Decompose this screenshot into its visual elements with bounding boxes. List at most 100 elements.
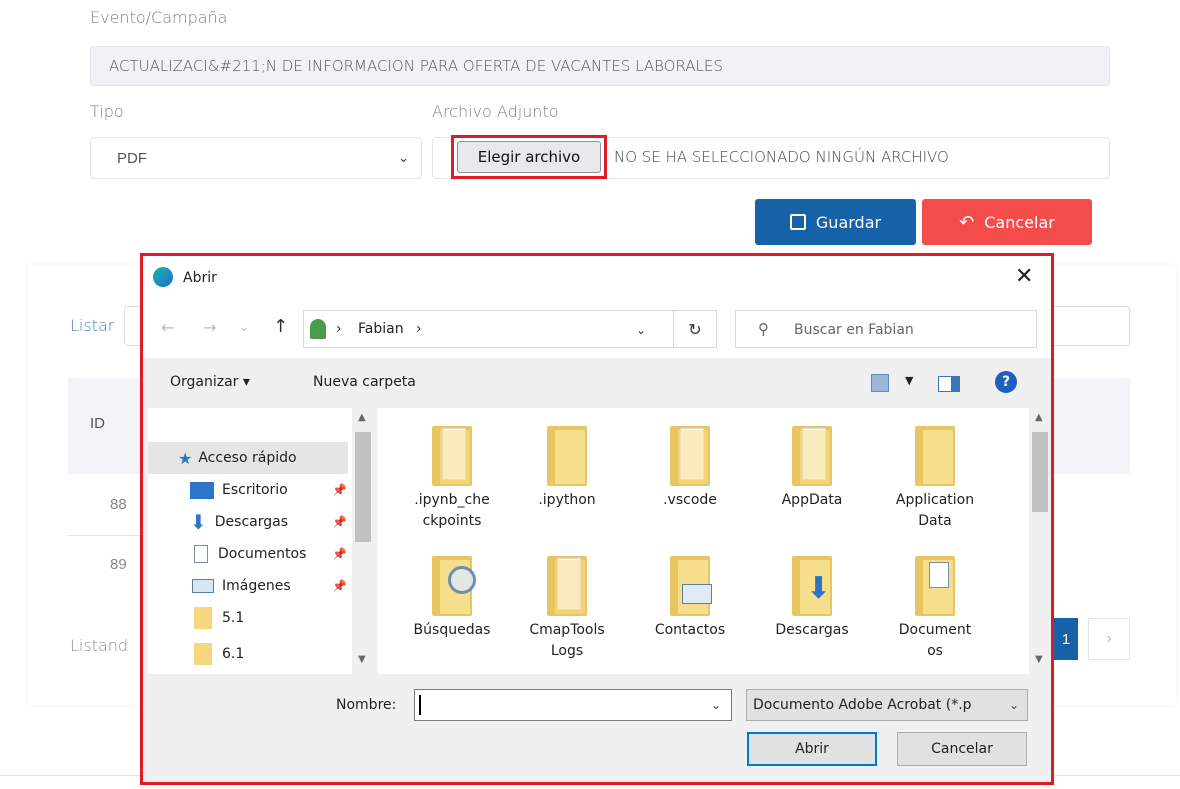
scroll-up-icon[interactable]: ▲: [358, 412, 366, 423]
table-header-right: [1050, 378, 1130, 474]
floppy-icon: [789, 214, 806, 230]
file-item[interactable]: Application Data: [880, 426, 990, 532]
nav-item-quick-access[interactable]: ★ Acceso rápido: [148, 442, 374, 474]
view-options-icon[interactable]: [871, 374, 889, 392]
nav-pane: ★ Acceso rápido Escritorio 📌 ⬇ Descargas…: [148, 408, 374, 674]
file-item[interactable]: ⬇ Descargas: [757, 556, 867, 641]
nav-item-folder[interactable]: 6.1: [148, 634, 374, 674]
file-name: AppData: [781, 492, 843, 508]
file-item[interactable]: Búsquedas: [397, 556, 507, 641]
file-item[interactable]: Contactos: [635, 556, 745, 641]
archivo-label: Archivo Adjunto: [432, 102, 559, 121]
scroll-down-icon[interactable]: ▼: [1035, 654, 1043, 665]
file-name: .ipynb_che ckpoints: [414, 492, 490, 529]
nav-item-documents[interactable]: Documentos 📌: [148, 538, 374, 570]
id-header: ID: [90, 415, 105, 432]
breadcrumb-separator-icon: ›: [416, 321, 422, 337]
tipo-label: Tipo: [90, 102, 124, 121]
file-name: .ipython: [538, 492, 596, 508]
nav-item-downloads[interactable]: ⬇ Descargas 📌: [148, 506, 374, 538]
pin-icon[interactable]: 📌: [332, 547, 347, 561]
edge-browser-icon: [153, 267, 173, 287]
address-bar[interactable]: › Fabian › ⌄: [303, 310, 717, 348]
chevron-down-icon: ⌄: [1009, 698, 1020, 712]
scrollbar-thumb[interactable]: [355, 432, 371, 542]
forward-arrow-icon[interactable]: →: [203, 318, 216, 337]
close-icon[interactable]: ✕: [1015, 264, 1033, 289]
zip-folder-icon: [547, 426, 587, 486]
desktop-icon: [190, 481, 214, 499]
file-item[interactable]: .vscode: [635, 426, 745, 511]
file-scrollbar[interactable]: ▲ ▼: [1029, 408, 1051, 674]
tipo-select[interactable]: PDF ⌄: [90, 137, 422, 179]
undo-arrow-icon: ↶: [959, 211, 975, 233]
nav-item-label: Imágenes: [222, 578, 291, 594]
evento-label: Evento/Campaña: [90, 8, 228, 27]
no-file-text: NO SE HA SELECCIONADO NINGÚN ARCHIVO: [614, 148, 949, 166]
page-current[interactable]: 1: [1054, 618, 1078, 660]
scroll-up-icon[interactable]: ▲: [1035, 412, 1043, 423]
open-button[interactable]: Abrir: [747, 732, 877, 766]
back-arrow-icon[interactable]: ←: [161, 318, 174, 337]
refresh-icon[interactable]: ↻: [673, 310, 717, 348]
listar-label: Listar: [70, 316, 115, 335]
choose-file-button[interactable]: Elegir archivo: [457, 141, 601, 173]
preview-pane-icon[interactable]: [938, 376, 960, 392]
nav-scrollbar[interactable]: ▲ ▼: [352, 408, 374, 674]
organize-menu[interactable]: Organizar ▾: [170, 374, 250, 390]
cancel-button[interactable]: ↶ Cancelar: [922, 199, 1092, 245]
filename-label: Nombre:: [336, 697, 397, 713]
folder-icon: [194, 643, 212, 665]
new-folder-button[interactable]: Nueva carpeta: [313, 374, 416, 390]
file-item[interactable]: Document os: [880, 556, 990, 662]
row-divider: [68, 535, 144, 536]
nav-item-label: Documentos: [218, 546, 307, 562]
file-type-select[interactable]: Documento Adobe Acrobat (*.p ⌄: [746, 689, 1028, 721]
nav-item-folder[interactable]: 5.1: [148, 602, 374, 634]
file-item[interactable]: CmapTools Logs: [512, 556, 622, 662]
save-button[interactable]: Guardar: [755, 199, 916, 245]
table-row: 89: [110, 556, 127, 573]
folder-icon: [194, 607, 212, 629]
evento-value: ACTUALIZACI&#211;N DE INFORMACION PARA O…: [109, 57, 723, 75]
breadcrumb-item[interactable]: Fabian: [358, 321, 404, 337]
recent-chevron-icon[interactable]: ⌄: [239, 320, 249, 334]
nav-item-pictures[interactable]: Imágenes 📌: [148, 570, 374, 602]
help-icon[interactable]: ?: [995, 371, 1017, 393]
chevron-down-icon[interactable]: ▼: [905, 374, 913, 387]
open-file-dialog: Abrir ✕ ← → ⌄ ↑ › Fabian › ⌄ ↻ ⚲ Buscar …: [140, 253, 1054, 785]
address-row: ← → ⌄ ↑ › Fabian › ⌄ ↻ ⚲ Buscar en Fabia…: [143, 302, 1051, 358]
nav-item-label: Acceso rápido: [198, 450, 297, 466]
scrollbar-thumb[interactable]: [1032, 432, 1048, 512]
folder-icon: [547, 556, 587, 616]
filename-input[interactable]: ⌄: [414, 689, 732, 721]
nav-item-label: Escritorio: [222, 482, 288, 498]
pin-icon[interactable]: 📌: [332, 579, 347, 593]
contacts-folder-icon: [670, 556, 712, 616]
search-folder-icon: [432, 556, 476, 616]
zip-folder-icon: [915, 426, 955, 486]
pin-icon[interactable]: 📌: [332, 483, 347, 497]
chevron-down-icon[interactable]: ⌄: [636, 323, 646, 337]
evento-field[interactable]: ACTUALIZACI&#211;N DE INFORMACION PARA O…: [90, 46, 1110, 86]
search-box[interactable]: ⚲ Buscar en Fabian: [735, 310, 1037, 348]
chevron-down-icon[interactable]: ⌄: [711, 698, 721, 712]
pin-icon[interactable]: 📌: [332, 515, 347, 529]
nav-item-desktop[interactable]: Escritorio 📌: [148, 474, 374, 506]
search-input[interactable]: [1052, 306, 1130, 346]
folder-icon: [670, 426, 710, 486]
documents-folder-icon: [915, 556, 955, 616]
dialog-cancel-button[interactable]: Cancelar: [897, 732, 1027, 766]
documents-icon: [194, 545, 208, 563]
scroll-down-icon[interactable]: ▼: [358, 654, 366, 665]
file-item[interactable]: .ipynb_che ckpoints: [397, 426, 507, 532]
folder-icon: [432, 426, 472, 486]
file-item[interactable]: AppData: [757, 426, 867, 511]
up-arrow-icon[interactable]: ↑: [273, 316, 288, 337]
search-icon: ⚲: [758, 320, 769, 338]
breadcrumb-separator-icon: ›: [336, 321, 342, 337]
next-page-button[interactable]: ›: [1088, 618, 1130, 660]
file-type-value: Documento Adobe Acrobat (*.p: [753, 697, 972, 713]
file-item[interactable]: .ipython: [512, 426, 622, 511]
user-folder-icon: [310, 319, 326, 339]
